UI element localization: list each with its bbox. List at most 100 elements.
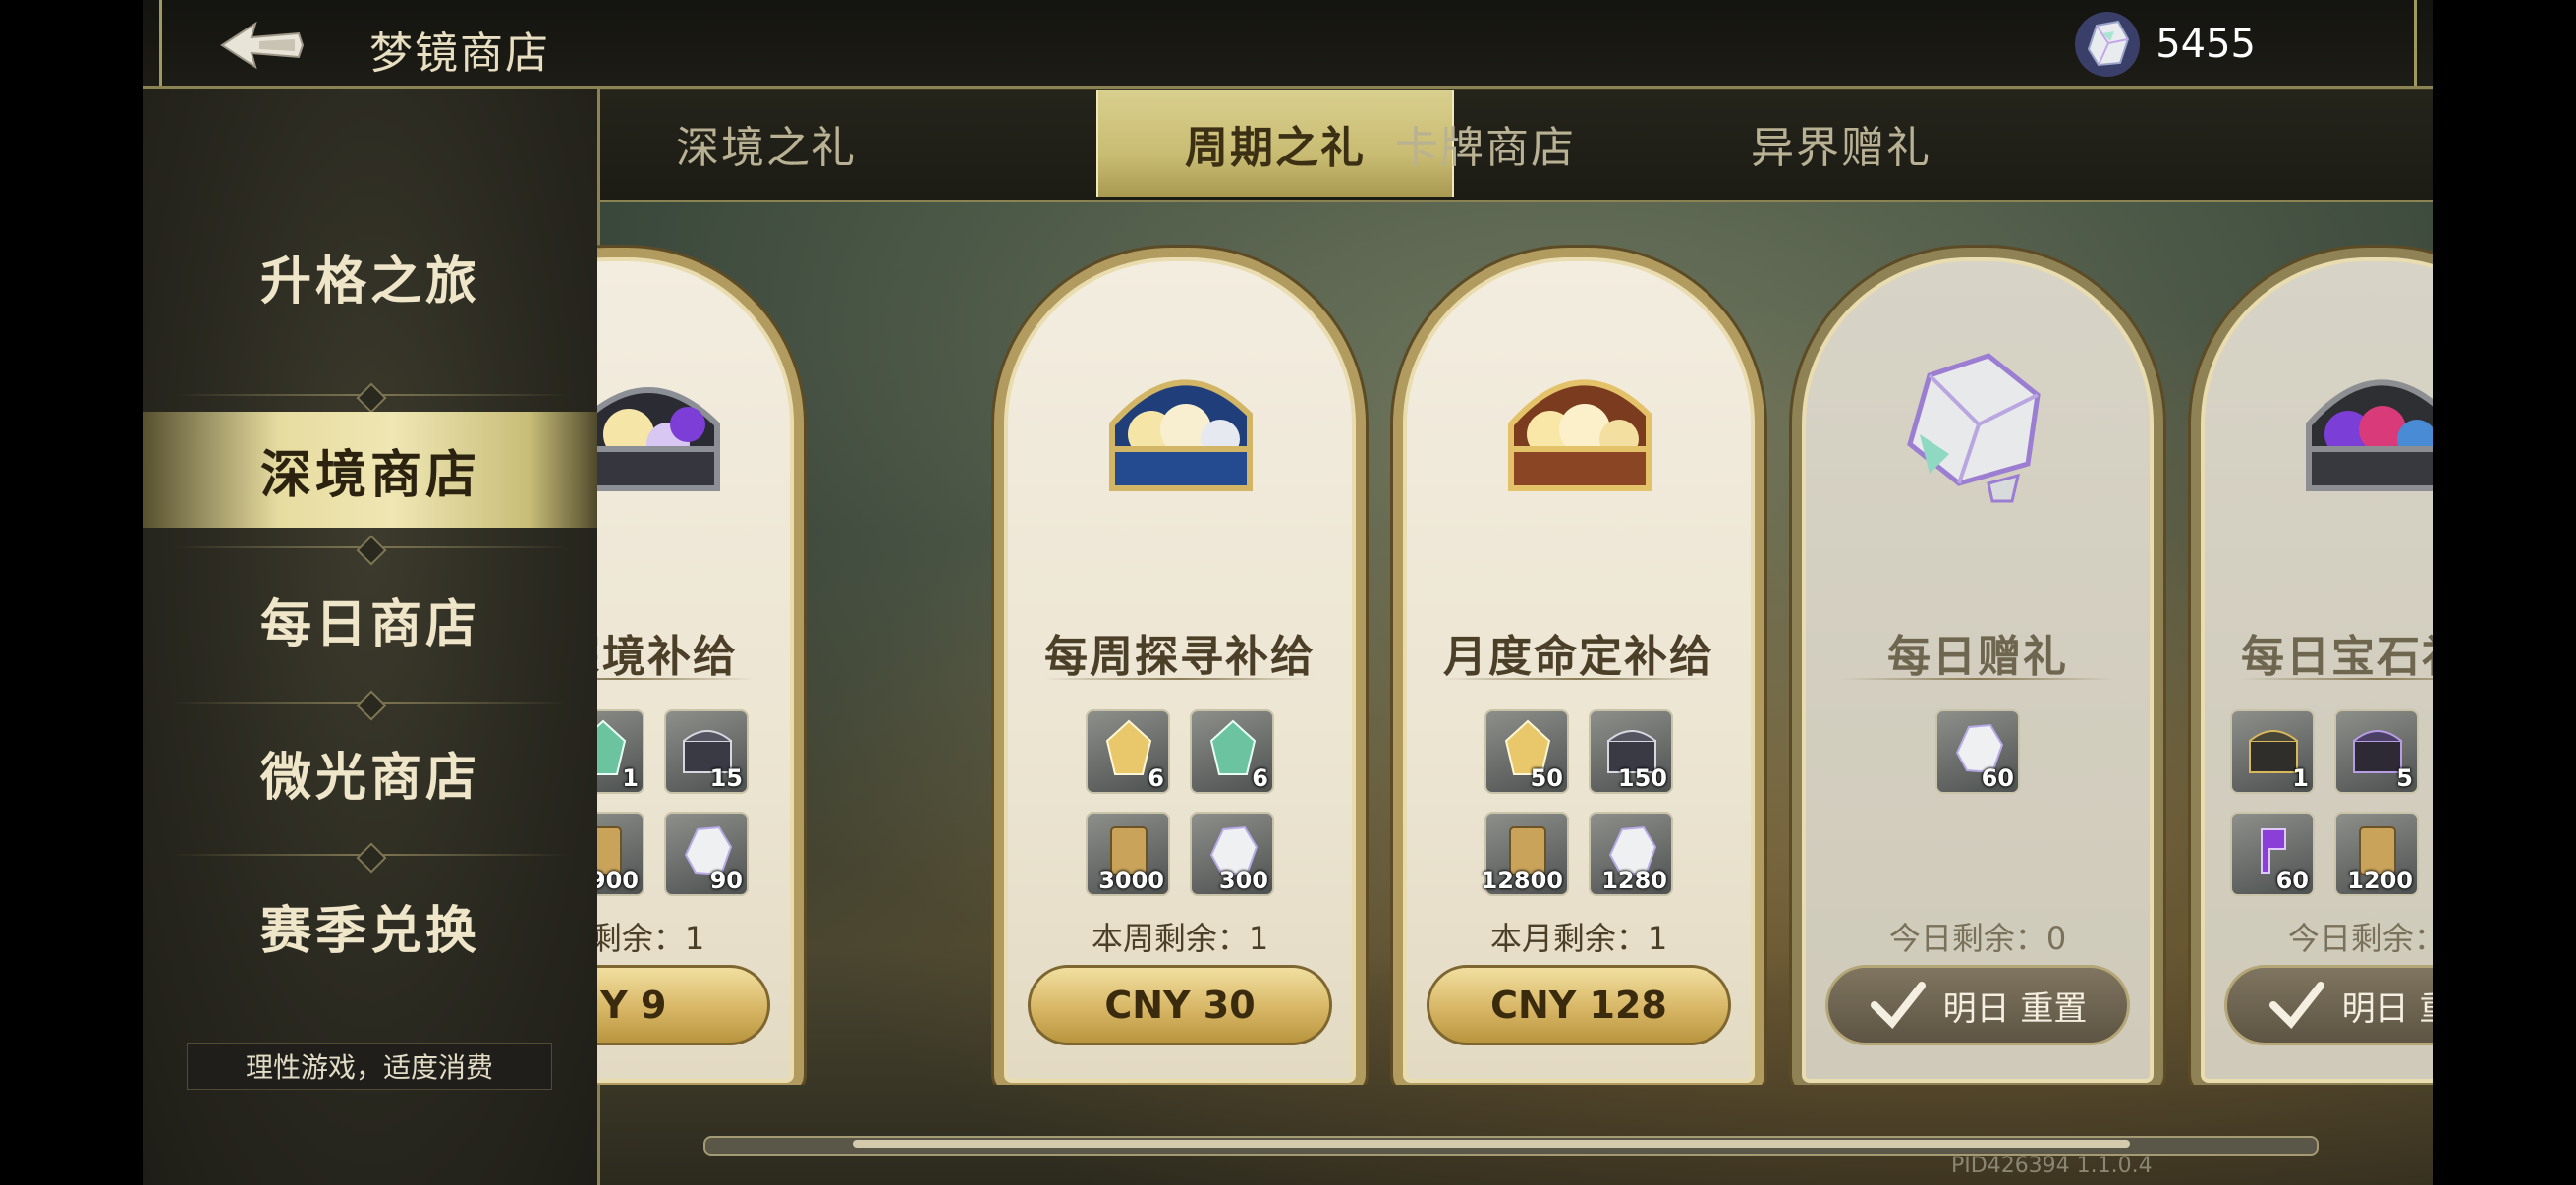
tab-bar: 深境之礼 周期之礼 卡牌商店 异界赠礼 bbox=[597, 90, 2433, 202]
purchase-remaining: 今日剩余：0 bbox=[1888, 920, 2067, 957]
reward-item[interactable]: 6 bbox=[1190, 709, 1274, 794]
gold-treasure-chest-icon bbox=[1508, 379, 1652, 491]
reset-label: 明日 重置 bbox=[2341, 988, 2433, 1029]
reward-quantity: 12800 bbox=[1481, 867, 1564, 894]
top-bar: 梦镜商店 5455 bbox=[143, 0, 2433, 89]
reward-item[interactable]: 900 bbox=[597, 812, 644, 896]
product-name: 每周探寻补给 bbox=[1044, 632, 1316, 682]
reward-item[interactable]: 150 bbox=[1589, 709, 1673, 794]
reward-item[interactable]: 3000 bbox=[1086, 812, 1170, 896]
divider bbox=[173, 854, 568, 856]
product-card-weekly-supply[interactable]: 每周探寻补给 6 6 3000 300 本周剩余：1 CNY 30 bbox=[994, 248, 1366, 1085]
frame-rail bbox=[2414, 0, 2417, 86]
page-title: 梦镜商店 bbox=[369, 28, 550, 79]
product-card-abyss-supply[interactable]: 深境补给 1 15 900 90 剩余：1 NY 9 bbox=[597, 248, 804, 1085]
reward-quantity: 6 bbox=[1148, 764, 1164, 792]
reward-quantity: 5 bbox=[2396, 764, 2413, 792]
reward-item[interactable]: 1 bbox=[2230, 709, 2315, 794]
reward-quantity: 90 bbox=[709, 867, 743, 894]
horizontal-scrollbar[interactable] bbox=[703, 1136, 2319, 1156]
divider bbox=[173, 702, 568, 704]
tab-otherworld-gift[interactable]: 异界赠礼 bbox=[1664, 90, 2018, 197]
reward-list: 6 6 3000 300 bbox=[1004, 709, 1356, 896]
product-card-monthly-supply[interactable]: 月度命定补给 50 150 12800 1280 本月剩余：1 CNY 128 bbox=[1393, 248, 1764, 1085]
divider bbox=[1043, 678, 1316, 680]
reward-quantity: 150 bbox=[1617, 764, 1667, 792]
divider bbox=[1841, 678, 2114, 680]
dark-treasure-chest-icon bbox=[597, 387, 720, 491]
reward-item[interactable]: 1200 bbox=[2334, 812, 2419, 896]
sidebar-item-abyss-shop[interactable]: 深境商店 bbox=[143, 412, 597, 528]
divider bbox=[173, 546, 568, 548]
crystal-currency-icon bbox=[2075, 12, 2141, 77]
reward-item[interactable]: 60 bbox=[1935, 709, 2020, 794]
purchase-remaining: 本月剩余：1 bbox=[1489, 920, 1668, 957]
reward-item[interactable]: 1 bbox=[597, 709, 644, 794]
reset-status-button: 明日 重置 bbox=[2224, 965, 2433, 1045]
buy-button[interactable]: CNY 128 bbox=[1427, 965, 1731, 1045]
divider bbox=[173, 394, 568, 396]
reward-list: 50 150 12800 1280 bbox=[1403, 709, 1755, 896]
divider bbox=[2240, 678, 2433, 680]
tab-card-shop[interactable]: 卡牌商店 bbox=[1309, 90, 1662, 197]
product-name: 每日宝石补给 bbox=[2241, 632, 2433, 682]
reward-item[interactable]: 300 bbox=[1190, 812, 1274, 896]
reward-item[interactable]: 50 bbox=[1484, 709, 1569, 794]
reward-quantity: 1280 bbox=[1601, 867, 1667, 894]
price-label: NY 9 bbox=[597, 984, 667, 1027]
responsible-gaming-notice: 理性游戏，适度消费 bbox=[187, 1043, 552, 1090]
shop-screen: 梦镜商店 5455 深境之礼 周期之礼 卡牌商店 异界赠礼 升格之旅 深境商店 … bbox=[143, 0, 2433, 1185]
reward-quantity: 60 bbox=[1981, 764, 2014, 792]
reward-quantity: 50 bbox=[1530, 764, 1563, 792]
tab-abyss-gift[interactable]: 深境之礼 bbox=[589, 90, 943, 197]
product-card-daily-gem-supply[interactable]: 每日宝石补给 1 5 1 60 1200 120 今日剩余：0 明日 重置 bbox=[2191, 248, 2433, 1085]
sidebar-item-ascension-journey[interactable]: 升格之旅 bbox=[143, 218, 597, 334]
reward-item[interactable]: 15 bbox=[664, 709, 749, 794]
reward-quantity: 1 bbox=[2292, 764, 2309, 792]
price-label: CNY 30 bbox=[1104, 984, 1256, 1027]
reward-item[interactable]: 5 bbox=[2334, 709, 2419, 794]
product-name: 深境补给 bbox=[597, 632, 738, 682]
reward-item[interactable]: 6 bbox=[1086, 709, 1170, 794]
product-name: 月度命定补给 bbox=[1443, 632, 1714, 682]
crystal-rock-icon bbox=[1907, 353, 2041, 503]
checkmark-icon bbox=[1870, 982, 1926, 1030]
frame-rail bbox=[159, 0, 162, 86]
currency-amount: 5455 bbox=[2156, 22, 2256, 67]
reward-quantity: 15 bbox=[709, 764, 743, 792]
reward-item[interactable]: 12800 bbox=[1481, 812, 1569, 896]
price-label: CNY 128 bbox=[1490, 984, 1667, 1027]
reward-quantity: 1 bbox=[622, 764, 639, 792]
reward-item[interactable]: 90 bbox=[664, 812, 749, 896]
buy-button[interactable]: NY 9 bbox=[597, 965, 770, 1045]
divider bbox=[1442, 678, 1715, 680]
divider bbox=[597, 678, 755, 680]
reward-item[interactable]: 60 bbox=[2230, 812, 2315, 896]
product-name: 每日赠礼 bbox=[1887, 632, 2068, 682]
version-label: PID426394 1.1.0.4 bbox=[1951, 1154, 2153, 1178]
sidebar-item-daily-shop[interactable]: 每日商店 bbox=[143, 561, 597, 677]
scrollbar-thumb[interactable] bbox=[853, 1140, 2130, 1148]
sidebar-item-season-exchange[interactable]: 赛季兑换 bbox=[143, 868, 597, 984]
blue-treasure-chest-icon bbox=[1109, 379, 1253, 491]
sidebar: 升格之旅 深境商店 每日商店 微光商店 赛季兑换 理性游戏，适度消费 bbox=[143, 89, 600, 1185]
product-card-daily-gift[interactable]: 每日赠礼 60 今日剩余：0 明日 重置 bbox=[1792, 248, 2163, 1085]
reward-quantity: 3000 bbox=[1098, 867, 1164, 894]
buy-button[interactable]: CNY 30 bbox=[1028, 965, 1332, 1045]
currency-display: 5455 bbox=[2073, 10, 2256, 79]
reset-label: 明日 重置 bbox=[1942, 988, 2088, 1029]
purchase-remaining: 本周剩余：1 bbox=[1091, 920, 1269, 957]
reset-status-button: 明日 重置 bbox=[1825, 965, 2130, 1045]
reward-item[interactable]: 1280 bbox=[1589, 812, 1673, 896]
reward-quantity: 6 bbox=[1252, 764, 1268, 792]
back-arrow-icon bbox=[220, 21, 305, 70]
reward-list: 1 5 1 60 1200 120 bbox=[2201, 709, 2433, 896]
sidebar-item-glimmer-shop[interactable]: 微光商店 bbox=[143, 714, 597, 830]
reward-list: 1 15 900 90 bbox=[597, 709, 794, 896]
reward-quantity: 900 bbox=[597, 867, 639, 894]
purchase-remaining: 今日剩余：0 bbox=[2287, 920, 2433, 957]
checkmark-icon bbox=[2268, 982, 2324, 1030]
back-button[interactable] bbox=[216, 16, 307, 75]
reward-quantity: 60 bbox=[2275, 867, 2309, 894]
purchase-remaining: 剩余：1 bbox=[597, 920, 705, 957]
